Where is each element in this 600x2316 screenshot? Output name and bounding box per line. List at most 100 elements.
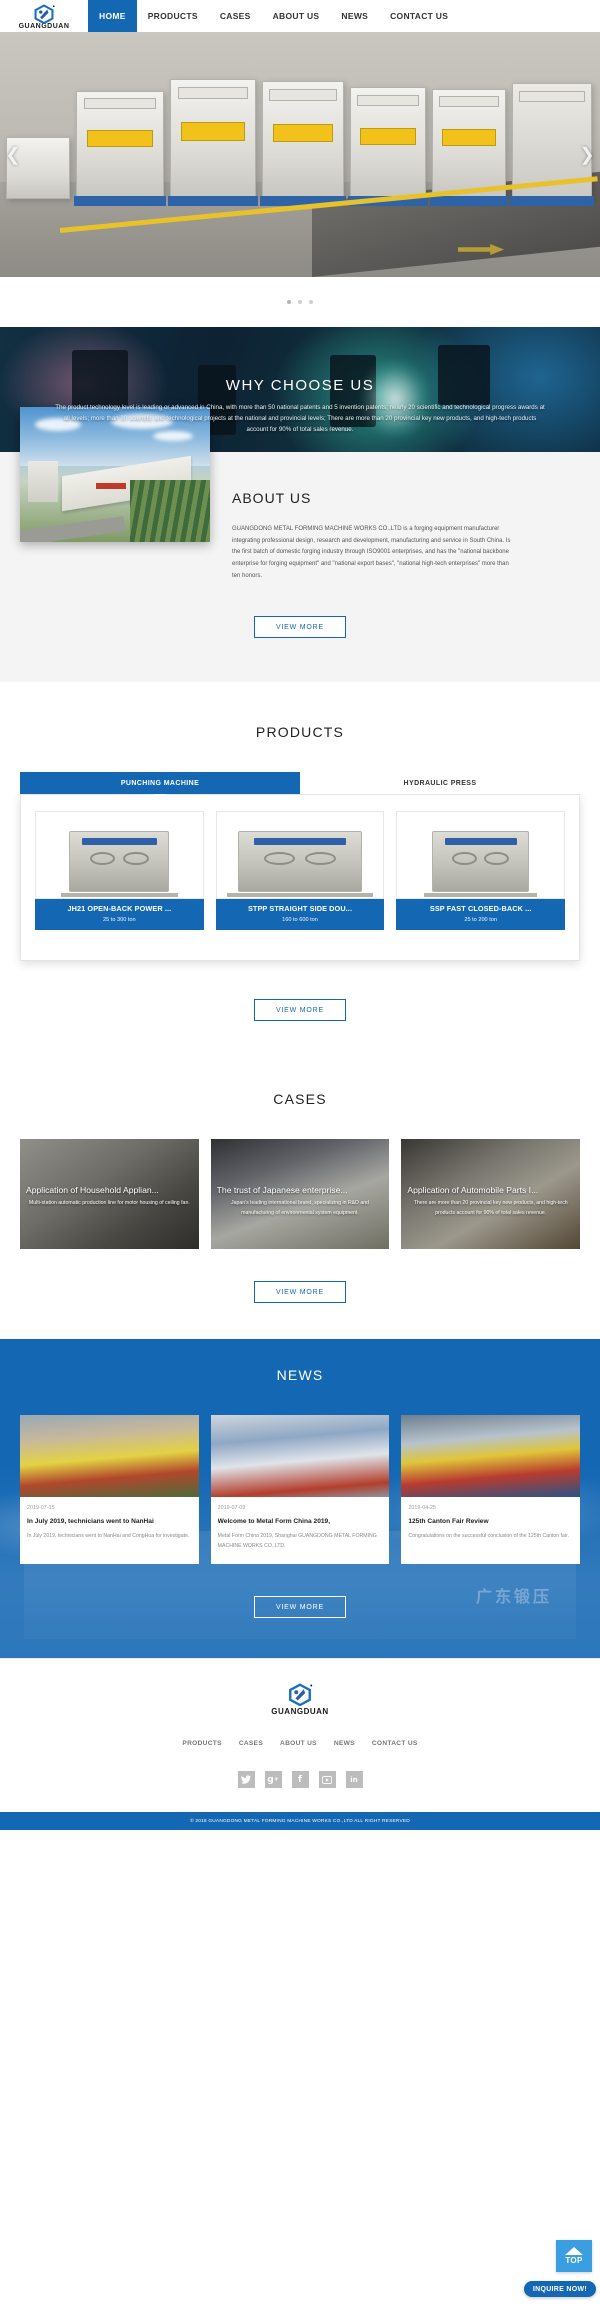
about-us-text: GUANGDONG METAL FORMING MACHINE WORKS CO… [232,526,511,579]
hero-dot-3[interactable] [309,300,313,304]
site-header: GUANGDUAN HOME PRODUCTS CASES ABOUT US N… [0,0,600,32]
news-excerpt: Congratulations on the successful conclu… [408,1533,569,1540]
why-choose-us-section: WHY CHOOSE US The product technology lev… [0,327,600,452]
product-spec: 160 to 600 ton [282,917,318,924]
why-choose-us-text: The product technology level is leading … [55,404,545,433]
product-label: JH21 OPEN-BACK POWER ... 25 to 300 ton [35,899,204,931]
product-card[interactable]: SSP FAST CLOSED-BACK ... 25 to 200 ton [396,811,566,931]
product-name: SSP FAST CLOSED-BACK ... [429,904,532,914]
about-us-section: ABOUT US GUANGDONG METAL FORMING MACHINE… [0,407,600,683]
news-image [210,1415,390,1498]
logo-wordmark: GUANGDUAN [18,23,70,30]
products-tabs: PUNCHING MACHINE HYDRAULIC PRESS [0,772,600,795]
case-description: There are more than 20 provincial key ne… [413,1200,568,1217]
products-panel: JH21 OPEN-BACK POWER ... 25 to 300 ton S… [20,794,580,962]
cases-title: CASES [273,1091,327,1108]
cases-list: Application of Household Applian... Mult… [0,1139,600,1250]
case-title: Application of Household Applian... [26,1185,159,1196]
guangduan-logo-icon [31,4,57,25]
back-to-top-label: TOP [565,2256,583,2265]
site-logo[interactable]: GUANGDUAN [0,0,88,32]
case-card[interactable]: Application of Household Applian... Mult… [20,1139,199,1250]
news-date: 2019-07-09 [217,1505,246,1512]
case-title: Application of Automobile Parts I... [407,1185,539,1196]
news-date: 2019-04-25 [408,1505,436,1512]
news-section: 广东锻压 NEWS 2019-07-15 In July 2019, techn… [0,1339,600,1659]
site-footer: GUANGDUAN PRODUCTS CASES ABOUT US NEWS C… [0,1658,600,1831]
news-card[interactable]: 2019-04-25 125th Canton Fair Review Cong… [401,1415,581,1565]
news-excerpt: In July 2019, technicians went to NanHai… [27,1533,190,1540]
product-image [396,811,566,900]
news-card[interactable]: 2019-07-15 In July 2019, technicians wen… [20,1415,199,1565]
products-view-more-button[interactable]: VIEW MORE [254,999,346,1022]
product-spec: 25 to 300 ton [103,917,136,924]
page-root: GUANGDUAN HOME PRODUCTS CASES ABOUT US N… [0,0,600,2297]
hero-slide-image [0,32,600,277]
nav-item-news[interactable]: NEWS [330,0,379,32]
main-nav: HOME PRODUCTS CASES ABOUT US NEWS CONTAC… [88,0,600,32]
footer-link-contact-us[interactable]: CONTACT US [372,1740,418,1747]
footer-nav: PRODUCTS CASES ABOUT US NEWS CONTACT US [0,1740,600,1747]
product-image [35,811,204,900]
twitter-icon[interactable] [237,1771,255,1789]
product-name: STPP STRAIGHT SIDE DOU... [247,904,353,914]
tab-hydraulic-press[interactable]: HYDRAULIC PRESS [300,772,580,795]
case-title: The trust of Japanese enterprise... [216,1185,348,1196]
copyright-text: © 2018 GUANGDONG METAL FORMING MACHINE W… [0,1812,600,1831]
footer-logo[interactable]: GUANGDUAN [0,1683,600,1716]
about-view-more-button[interactable]: VIEW MORE [254,616,346,639]
case-card[interactable]: Application of Automobile Parts I... The… [401,1139,581,1250]
cases-section: CASES Application of Household Applian..… [0,1061,600,1340]
hero-next-arrow-icon[interactable]: ❯ [578,144,596,165]
hero-dot-1[interactable] [287,300,291,304]
products-title: PRODUCTS [255,724,345,741]
google-plus-icon[interactable]: g + [264,1771,282,1789]
product-card[interactable]: STPP STRAIGHT SIDE DOU... 160 to 600 ton [215,811,385,931]
hero-carousel[interactable]: ❮ ❯ [0,32,600,277]
case-description: Japan's leading international brand, spe… [231,1200,369,1217]
social-links: g + f in [0,1771,600,1789]
product-name: JH21 OPEN-BACK POWER ... [67,904,172,914]
nav-item-cases[interactable]: CASES [209,0,262,32]
footer-link-about-us[interactable]: ABOUT US [280,1740,317,1747]
hero-prev-arrow-icon[interactable]: ❮ [4,144,22,165]
case-card[interactable]: The trust of Japanese enterprise... Japa… [210,1139,390,1250]
case-description: Multi-station automatic production line … [28,1200,190,1207]
product-spec: 25 to 200 ton [464,917,498,924]
news-list: 2019-07-15 In July 2019, technicians wen… [0,1415,600,1565]
footer-link-cases[interactable]: CASES [239,1740,263,1747]
news-image [20,1415,199,1498]
news-title: NEWS [276,1367,324,1384]
product-label: SSP FAST CLOSED-BACK ... 25 to 200 ton [396,899,566,931]
hero-pagination-dots [0,277,600,327]
footer-link-news[interactable]: NEWS [334,1740,355,1747]
nav-item-about-us[interactable]: ABOUT US [262,0,331,32]
guangduan-logo-icon [285,1683,315,1707]
news-date: 2019-07-15 [27,1505,55,1512]
product-image [215,811,385,900]
nav-item-products[interactable]: PRODUCTS [137,0,209,32]
facebook-icon[interactable]: f [291,1771,309,1789]
youtube-icon[interactable] [318,1771,336,1789]
news-headline: In July 2019, technicians went to NanHai [27,1518,154,1526]
product-label: STPP STRAIGHT SIDE DOU... 160 to 600 ton [215,899,385,931]
why-choose-us-title: WHY CHOOSE US [225,377,375,394]
nav-item-home[interactable]: HOME [88,0,137,32]
news-excerpt: Metal Form China 2019, Shanghai GUANGDON… [217,1533,377,1550]
news-image [401,1415,581,1498]
news-card[interactable]: 2019-07-09 Welcome to Metal Form China 2… [210,1415,390,1565]
footer-logo-wordmark: GUANGDUAN [271,1707,329,1717]
about-us-title: ABOUT US [232,490,312,506]
product-card[interactable]: JH21 OPEN-BACK POWER ... 25 to 300 ton [35,811,204,931]
inquire-now-button[interactable]: INQUIRE NOW! [523,2281,596,2297]
cases-view-more-button[interactable]: VIEW MORE [254,1281,346,1304]
nav-item-contact-us[interactable]: CONTACT US [379,0,459,32]
products-section: PRODUCTS PUNCHING MACHINE HYDRAULIC PRES… [0,682,600,1062]
back-to-top-button[interactable]: TOP [556,2240,592,2272]
tab-punching-machine[interactable]: PUNCHING MACHINE [20,772,300,795]
news-view-more-button[interactable]: VIEW MORE [254,1596,346,1619]
hero-dot-2[interactable] [298,300,302,304]
footer-link-products[interactable]: PRODUCTS [182,1740,221,1747]
news-headline: Welcome to Metal Form China 2019, [217,1518,331,1526]
linkedin-icon[interactable]: in [345,1771,363,1789]
